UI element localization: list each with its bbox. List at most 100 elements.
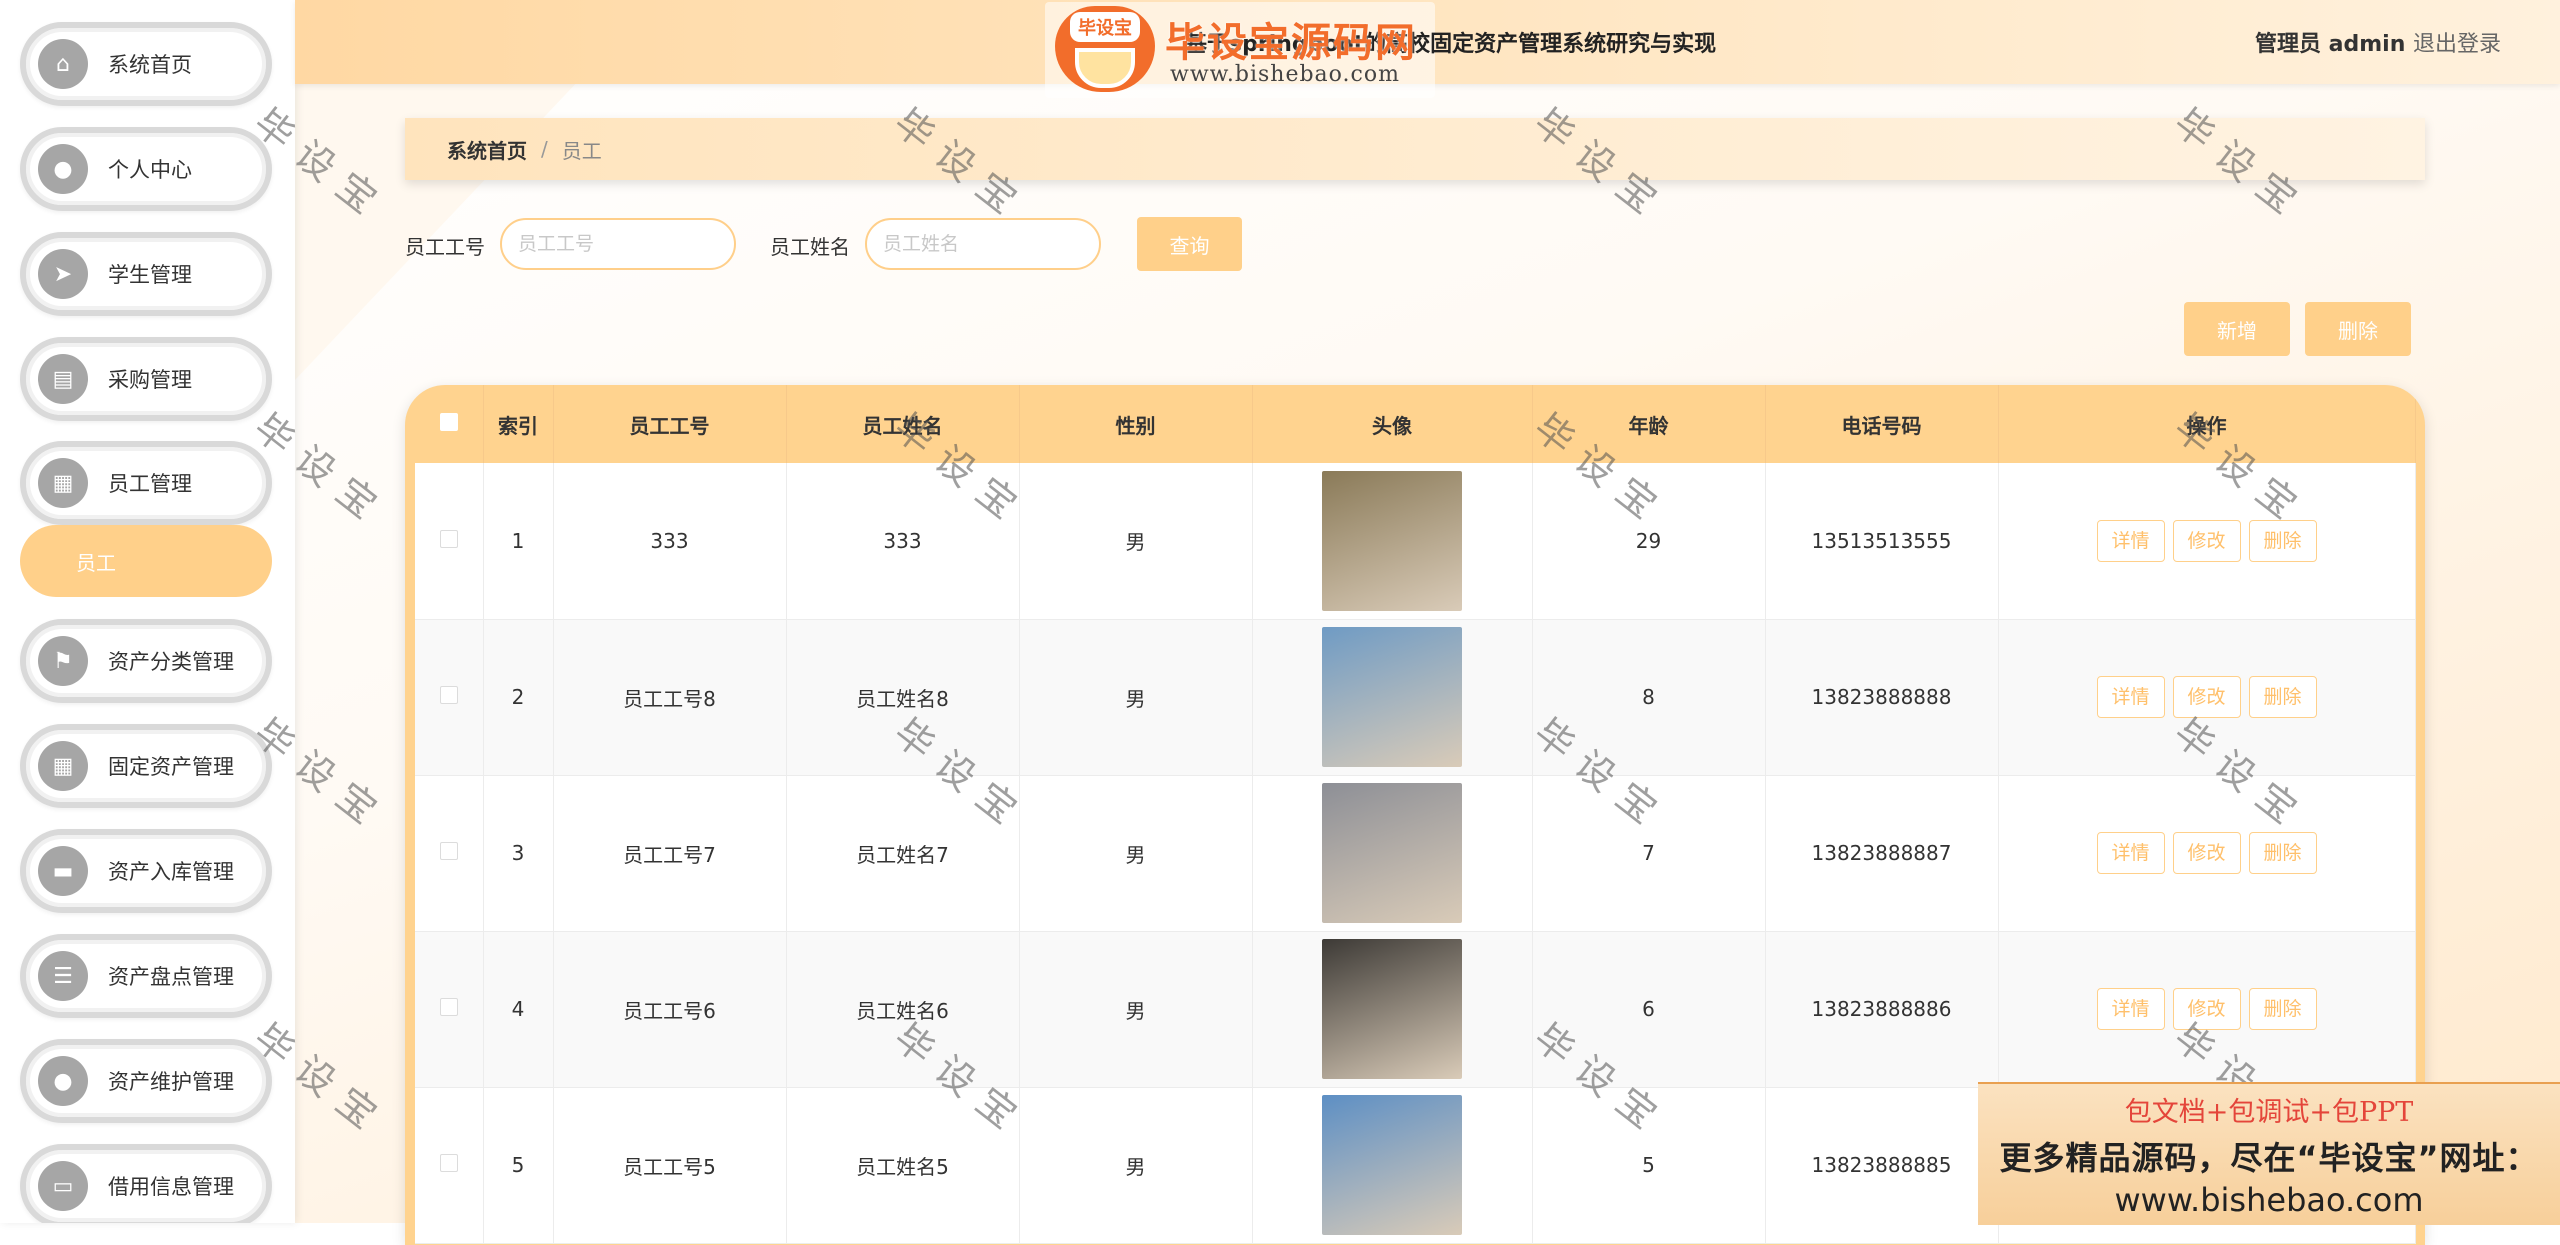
column-header: 电话号码 [1765, 385, 1999, 463]
detail-button[interactable]: 详情 [2096, 519, 2165, 562]
column-header: 索引 [483, 385, 554, 463]
emp-no-input[interactable] [500, 218, 736, 270]
sidebar-item-label: 个人中心 [108, 158, 192, 182]
cell-emp-no: 员工工号7 [553, 775, 787, 932]
cell-gender: 男 [1019, 1087, 1253, 1244]
breadcrumb-separator: / [541, 137, 548, 161]
row-checkbox[interactable] [439, 1154, 458, 1172]
column-header: 性别 [1019, 385, 1253, 463]
table-row: 4 员工工号6 员工姓名6 男 6 13823888886 详情 修改 删除 [415, 931, 2416, 1088]
detail-button[interactable]: 详情 [2096, 988, 2165, 1030]
cell-emp-no: 333 [553, 463, 787, 620]
table-row: 3 员工工号7 员工姓名7 男 7 13823888887 详情 修改 删除 [415, 775, 2416, 932]
query-button[interactable]: 查询 [1137, 217, 1242, 271]
sidebar-item-label: 资产盘点管理 [108, 965, 234, 989]
sidebar-item-label: 固定资产管理 [108, 755, 234, 779]
cell-emp-no: 员工工号8 [553, 619, 787, 776]
detail-button[interactable]: 详情 [2096, 832, 2165, 874]
send-icon: ➤ [38, 249, 88, 299]
breadcrumb-current: 员工 [561, 138, 602, 163]
row-checkbox[interactable] [439, 686, 458, 704]
row-checkbox[interactable] [439, 842, 458, 860]
cell-gender: 男 [1019, 619, 1253, 776]
cell-name: 员工姓名6 [786, 931, 1020, 1088]
batch-delete-button[interactable]: 删除 [2305, 302, 2411, 356]
delete-button[interactable]: 删除 [2248, 676, 2317, 718]
cell-name: 员工姓名8 [786, 619, 1020, 776]
cell-index: 2 [483, 619, 554, 776]
sidebar-item-asset-maintenance[interactable]: ● 资产维护管理 [20, 1039, 272, 1123]
avatar [1322, 627, 1462, 767]
grid-icon: ▦ [38, 741, 88, 791]
add-button[interactable]: 新增 [2184, 302, 2290, 356]
cell-age: 8 [1532, 619, 1766, 776]
sidebar-item-profile[interactable]: ● 个人中心 [20, 127, 272, 211]
emp-no-label: 员工工号 [405, 235, 485, 259]
emp-name-label: 员工姓名 [770, 235, 850, 259]
column-header: 操作 [1998, 385, 2416, 463]
avatar [1322, 783, 1462, 923]
ad-banner[interactable]: 包文档+包调试+包PPT 更多精品源码，尽在“毕设宝”网址： www.bishe… [1978, 1082, 2560, 1225]
sidebar-item-label: 系统首页 [108, 53, 192, 77]
row-checkbox[interactable] [439, 529, 458, 548]
delete-button[interactable]: 删除 [2248, 519, 2317, 562]
table-header-row: 索引 员工工号 员工姓名 性别 头像 年龄 电话号码 操作 [415, 385, 2416, 463]
sidebar-item-asset-inventory[interactable]: ☰ 资产盘点管理 [20, 934, 272, 1018]
sidebar: ⌂ 系统首页 ● 个人中心 ➤ 学生管理 ▤ 采购管理 ▦ 员工管理 员工 ⚑ … [0, 0, 295, 1223]
sidebar-item-label: 员工管理 [108, 472, 192, 496]
select-all-checkbox[interactable] [439, 413, 458, 431]
edit-button[interactable]: 修改 [2172, 519, 2241, 562]
breadcrumb-home[interactable]: 系统首页 [447, 135, 527, 164]
sidebar-item-label: 资产维护管理 [108, 1070, 234, 1094]
cell-phone: 13823888885 [1765, 1087, 1999, 1244]
cell-emp-no: 员工工号5 [553, 1087, 787, 1244]
sidebar-item-asset-inbound[interactable]: ▬ 资产入库管理 [20, 829, 272, 913]
cell-index: 3 [483, 775, 554, 932]
edit-button[interactable]: 修改 [2172, 988, 2241, 1030]
cell-name: 员工姓名5 [786, 1087, 1020, 1244]
sidebar-item-label: 资产入库管理 [108, 860, 234, 884]
sidebar-subitem-employee[interactable]: 员工 [20, 525, 272, 597]
ticket-icon: ▭ [38, 1161, 88, 1211]
ad-line3: www.bishebao.com [2114, 1181, 2424, 1219]
flag-icon: ⚑ [38, 636, 88, 686]
sidebar-item-students[interactable]: ➤ 学生管理 [20, 232, 272, 316]
user-icon: ● [38, 144, 88, 194]
row-checkbox[interactable] [439, 998, 458, 1016]
column-header: 头像 [1252, 385, 1533, 463]
cell-phone: 13823888886 [1765, 931, 1999, 1088]
chat-icon: ▬ [38, 846, 88, 896]
sidebar-item-employees[interactable]: ▦ 员工管理 [20, 441, 272, 525]
edit-button[interactable]: 修改 [2172, 832, 2241, 874]
delete-button[interactable]: 删除 [2248, 832, 2317, 874]
avatar [1322, 470, 1462, 611]
sidebar-item-home[interactable]: ⌂ 系统首页 [20, 22, 272, 106]
sidebar-item-asset-category[interactable]: ⚑ 资产分类管理 [20, 619, 272, 703]
detail-button[interactable]: 详情 [2096, 676, 2165, 718]
sidebar-subitem-label: 员工 [76, 550, 116, 575]
cell-index: 4 [483, 931, 554, 1088]
emp-name-input[interactable] [865, 218, 1101, 270]
admin-info: 管理员 admin [2255, 32, 2406, 57]
clipboard-icon: ▤ [38, 354, 88, 404]
cell-gender: 男 [1019, 775, 1253, 932]
cell-index: 5 [483, 1087, 554, 1244]
logo-badge: 毕设宝 [1070, 12, 1140, 42]
cell-name: 333 [786, 463, 1020, 620]
logout-link[interactable]: 退出登录 [2413, 26, 2501, 58]
cell-age: 29 [1532, 463, 1766, 620]
list-icon: ☰ [38, 951, 88, 1001]
cell-name: 员工姓名7 [786, 775, 1020, 932]
sidebar-item-borrow-info[interactable]: ▭ 借用信息管理 [20, 1144, 272, 1223]
sidebar-item-fixed-assets[interactable]: ▦ 固定资产管理 [20, 724, 272, 808]
sidebar-item-label: 借用信息管理 [108, 1175, 234, 1199]
avatar [1322, 1095, 1462, 1235]
edit-button[interactable]: 修改 [2172, 676, 2241, 718]
home-icon: ⌂ [38, 39, 88, 89]
user-icon: ● [38, 1056, 88, 1106]
sidebar-item-purchase[interactable]: ▤ 采购管理 [20, 337, 272, 421]
table-row: 2 员工工号8 员工姓名8 男 8 13823888888 详情 修改 删除 [415, 619, 2416, 776]
sidebar-item-label: 学生管理 [108, 263, 192, 287]
delete-button[interactable]: 删除 [2248, 988, 2317, 1030]
table-row: 1 333 333 男 29 13513513555 详情 修改 删除 [415, 463, 2416, 620]
